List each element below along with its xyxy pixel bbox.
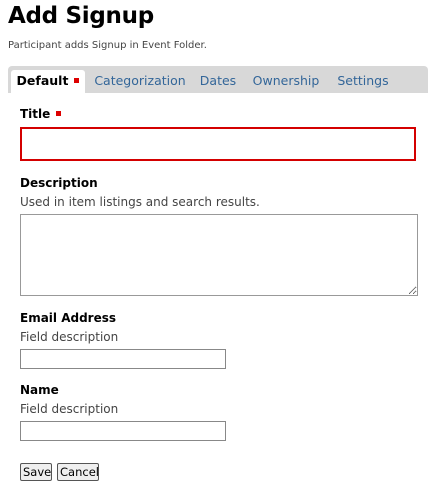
tab-settings[interactable]: Settings bbox=[334, 70, 392, 93]
page-description: Participant adds Signup in Event Folder. bbox=[8, 40, 207, 51]
title-label-text: Title bbox=[20, 107, 51, 121]
name-help: Field description bbox=[20, 402, 119, 416]
required-marker-icon bbox=[56, 111, 62, 116]
tab-categorization[interactable]: Categorization bbox=[90, 70, 190, 93]
description-textarea[interactable] bbox=[20, 214, 418, 296]
tab-ownership[interactable]: Ownership bbox=[252, 70, 320, 93]
title-label: Title bbox=[20, 107, 62, 121]
tab-dates[interactable]: Dates bbox=[196, 70, 240, 93]
tab-default[interactable]: Default bbox=[11, 70, 85, 93]
page-title: Add Signup bbox=[8, 3, 154, 29]
email-field[interactable] bbox=[20, 349, 226, 369]
title-input[interactable] bbox=[20, 127, 416, 161]
description-label: Description bbox=[20, 176, 98, 190]
tab-default-label: Default bbox=[16, 73, 69, 88]
required-marker-icon bbox=[74, 78, 80, 83]
cancel-button[interactable]: Cancel bbox=[57, 463, 99, 481]
email-label: Email Address bbox=[20, 311, 117, 325]
email-help: Field description bbox=[20, 330, 119, 344]
name-field[interactable] bbox=[20, 421, 226, 441]
name-label: Name bbox=[20, 383, 59, 397]
description-help: Used in item listings and search results… bbox=[20, 195, 260, 209]
save-button[interactable]: Save bbox=[20, 463, 52, 481]
tab-bar: Default Categorization Dates Ownership S… bbox=[8, 66, 428, 93]
